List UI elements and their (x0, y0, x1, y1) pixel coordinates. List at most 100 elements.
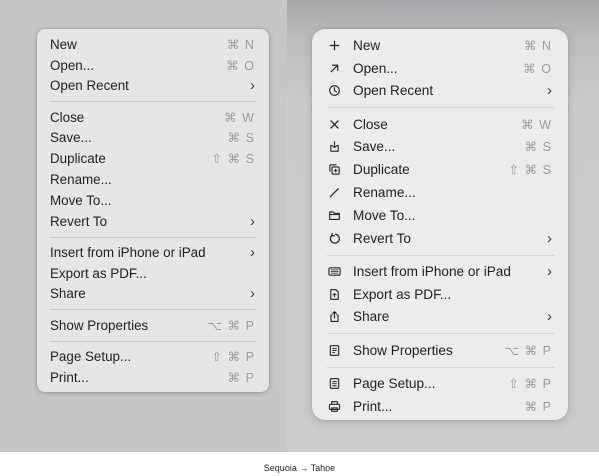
printer-icon (327, 399, 341, 413)
menu-item-shortcut: ⌘ W (521, 117, 552, 132)
menu-item-new[interactable]: New ⌘ N (37, 34, 269, 55)
menu-separator (312, 362, 568, 372)
menu-item-label: Open... (353, 60, 398, 76)
chevron-right-icon: › (547, 82, 552, 100)
menu-item-label: New (50, 36, 77, 52)
menu-item-shortcut: ⇧ ⌘ S (211, 152, 255, 167)
menu-item-show-properties[interactable]: Show Properties ⌥ ⌘ P (37, 315, 269, 336)
menu-item-shortcut: ⌥ ⌘ P (207, 318, 255, 333)
menu-separator (312, 250, 568, 260)
chevron-right-icon: › (250, 285, 255, 303)
menu-item-page-setup[interactable]: Page Setup... ⇧ ⌘ P (37, 346, 269, 367)
menu-item-open[interactable]: Open... ⌘ O (312, 57, 568, 80)
menu-item-duplicate[interactable]: Duplicate ⇧ ⌘ S (312, 158, 568, 181)
clock-icon (327, 84, 341, 98)
menu-item-print[interactable]: Print... ⌘ P (312, 395, 568, 418)
comparison-caption: Sequoia → Tahoe (263, 463, 336, 473)
pencil-icon (327, 186, 341, 200)
menu-item-label: Print... (353, 398, 393, 414)
menu-item-label: Open Recent (353, 83, 434, 99)
menu-item-save[interactable]: Save... ⌘ S (37, 128, 269, 149)
menu-item-save[interactable]: Save... ⌘ S (312, 136, 568, 159)
save-icon (327, 140, 341, 154)
page-setup-icon (327, 376, 341, 390)
menu-item-rename[interactable]: Rename... (37, 169, 269, 190)
menu-item-shortcut: ⌘ W (224, 110, 255, 125)
document-icon (327, 287, 341, 301)
revert-icon (327, 231, 341, 245)
menu-item-label: Show Properties (50, 317, 149, 333)
menu-item-label: Insert from iPhone or iPad (353, 263, 511, 279)
menu-item-label: Share (353, 309, 390, 325)
menu-item-label: Open Recent (50, 78, 129, 94)
menu-item-close[interactable]: Close ⌘ W (312, 113, 568, 136)
chevron-right-icon: › (250, 243, 255, 261)
menu-item-label: Revert To (50, 213, 108, 229)
chevron-right-icon: › (547, 262, 552, 280)
menu-item-label: Save... (353, 139, 396, 155)
menu-item-shortcut: ⌘ P (227, 370, 255, 385)
menu-item-print[interactable]: Print... ⌘ P (37, 367, 269, 388)
menu-item-label: Insert from iPhone or iPad (50, 244, 206, 260)
menu-item-shortcut: ⌥ ⌘ P (504, 343, 552, 358)
menu-item-share[interactable]: Share › (312, 306, 568, 329)
menu-item-new[interactable]: New ⌘ N (312, 34, 568, 57)
menu-item-shortcut: ⇧ ⌘ P (508, 376, 552, 391)
menu-item-label: Close (50, 109, 85, 125)
menu-item-open-recent[interactable]: Open Recent › (37, 76, 269, 97)
duplicate-icon (327, 163, 341, 177)
menu-item-revert-to[interactable]: Revert To › (37, 211, 269, 232)
menu-item-shortcut: ⌘ S (227, 131, 255, 146)
menu-item-insert-from-iphone[interactable]: Insert from iPhone or iPad › (312, 260, 568, 283)
menu-item-label: Page Setup... (353, 375, 436, 391)
chevron-right-icon: › (547, 308, 552, 326)
menu-item-move-to[interactable]: Move To... (312, 204, 568, 227)
device-icon (327, 264, 341, 278)
menu-item-insert-from-iphone[interactable]: Insert from iPhone or iPad › (37, 242, 269, 263)
menu-separator (312, 102, 568, 112)
menu-item-label: Show Properties (353, 342, 453, 358)
menu-item-export-pdf[interactable]: Export as PDF... (37, 263, 269, 284)
menu-separator (37, 96, 269, 106)
menu-item-label: Revert To (353, 230, 411, 246)
menu-item-shortcut: ⌘ N (226, 37, 255, 52)
chevron-right-icon: › (547, 229, 552, 247)
menu-item-label: Page Setup... (50, 348, 132, 364)
menu-item-label: Rename... (353, 185, 416, 201)
folder-icon (327, 208, 341, 222)
menu-item-label: Duplicate (353, 162, 410, 178)
menu-item-show-properties[interactable]: Show Properties ⌥ ⌘ P (312, 339, 568, 362)
chevron-right-icon: › (250, 77, 255, 95)
menu-item-label: Print... (50, 369, 89, 385)
menu-item-move-to[interactable]: Move To... (37, 190, 269, 211)
menu-item-label: Move To... (353, 207, 416, 223)
menu-item-label: Duplicate (50, 151, 106, 167)
sequoia-file-menu: New ⌘ N Open... ⌘ O Open Recent › Close ⌘ W … (37, 29, 269, 392)
menu-item-shortcut: ⌘ N (523, 38, 552, 53)
share-icon (327, 310, 341, 324)
menu-item-duplicate[interactable]: Duplicate ⇧ ⌘ S (37, 148, 269, 169)
menu-item-close[interactable]: Close ⌘ W (37, 107, 269, 128)
plus-icon (327, 38, 341, 52)
menu-item-label: Close (353, 116, 388, 132)
menu-item-rename[interactable]: Rename... (312, 181, 568, 204)
menu-item-open-recent[interactable]: Open Recent › (312, 80, 568, 103)
menu-item-label: Share (50, 286, 86, 302)
menu-item-shortcut: ⇧ ⌘ P (211, 349, 255, 364)
menu-separator (37, 336, 269, 346)
menu-item-share[interactable]: Share › (37, 284, 269, 305)
menu-item-export-pdf[interactable]: Export as PDF... (312, 283, 568, 306)
menu-item-open[interactable]: Open... ⌘ O (37, 55, 269, 76)
menu-item-shortcut: ⌘ O (226, 58, 255, 73)
close-icon (327, 117, 341, 131)
menu-item-page-setup[interactable]: Page Setup... ⇧ ⌘ P (312, 372, 568, 395)
menu-item-shortcut: ⇧ ⌘ S (508, 163, 552, 178)
menu-separator (37, 232, 269, 242)
menu-item-shortcut: ⌘ P (524, 399, 552, 414)
menu-item-revert-to[interactable]: Revert To › (312, 227, 568, 250)
menu-item-label: Open... (50, 57, 94, 73)
menu-item-label: Move To... (50, 192, 112, 208)
properties-icon (327, 343, 341, 357)
menu-item-label: Export as PDF... (353, 286, 452, 302)
menu-item-label: Export as PDF... (50, 265, 147, 281)
